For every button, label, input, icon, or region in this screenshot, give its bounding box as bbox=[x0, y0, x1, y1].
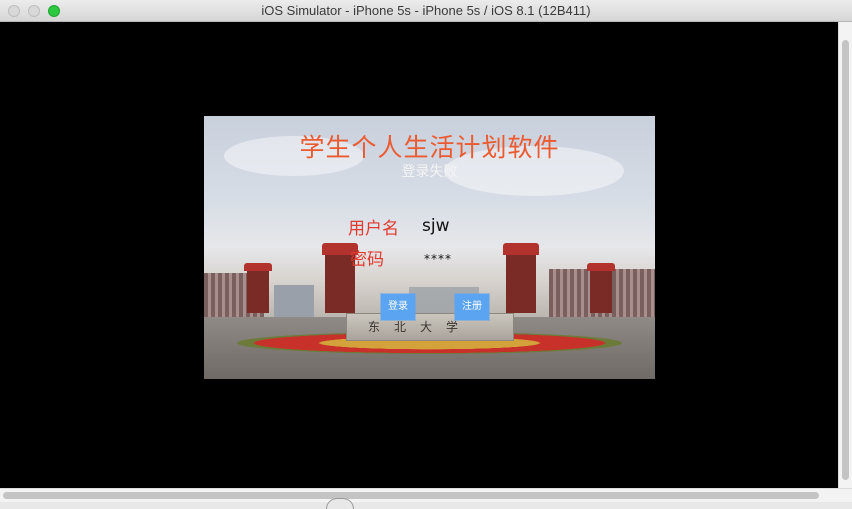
gate-pillar-cap bbox=[244, 263, 272, 271]
gate-pillar-cap bbox=[503, 243, 539, 255]
vertical-scrollbar[interactable] bbox=[838, 22, 852, 488]
app-title: 学生个人生活计划软件 bbox=[299, 133, 560, 162]
title-bar[interactable]: iOS Simulator - iPhone 5s - iPhone 5s / … bbox=[0, 0, 852, 22]
register-button[interactable]: 注册 bbox=[455, 294, 489, 320]
gate-pillar bbox=[590, 269, 612, 313]
password-field[interactable]: **** bbox=[424, 252, 452, 266]
login-status-message: 登录失败 bbox=[401, 164, 458, 180]
password-label: 密码 bbox=[350, 250, 384, 270]
gate-pillar-cap bbox=[587, 263, 615, 271]
vertical-scroll-thumb[interactable] bbox=[842, 40, 849, 480]
home-button-edge bbox=[326, 498, 354, 509]
simulator-window: iOS Simulator - iPhone 5s - iPhone 5s / … bbox=[0, 0, 852, 509]
stone-sign-text: 东北大学 bbox=[368, 320, 473, 334]
app-screen: 东北大学 学生个人生活计划软件 登录失败 用户名 sjw 密码 **** 登录 … bbox=[204, 116, 655, 379]
login-button[interactable]: 登录 bbox=[381, 294, 415, 320]
username-label: 用户名 bbox=[348, 219, 399, 239]
gate-pillar bbox=[506, 251, 536, 313]
horizontal-scroll-thumb[interactable] bbox=[3, 492, 819, 499]
window-title: iOS Simulator - iPhone 5s - iPhone 5s / … bbox=[261, 3, 591, 18]
username-field[interactable]: sjw bbox=[422, 216, 449, 236]
simulator-content: 东北大学 学生个人生活计划软件 登录失败 用户名 sjw 密码 **** 登录 … bbox=[0, 22, 838, 488]
horizontal-scrollbar[interactable] bbox=[0, 488, 852, 509]
gate-pillar bbox=[247, 269, 269, 313]
background-building bbox=[274, 285, 314, 319]
